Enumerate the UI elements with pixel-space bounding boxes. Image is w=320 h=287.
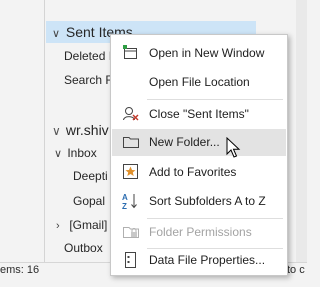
menu-item-label: Open File Location <box>149 75 250 89</box>
menu-item-data-file-properties[interactable]: Data File Properties... <box>112 247 286 274</box>
chevron-down-icon[interactable]: ∨ <box>52 120 62 142</box>
chevron-right-icon[interactable]: › <box>56 215 66 237</box>
folder-label: Inbox <box>67 146 97 160</box>
account-node[interactable]: ∨ wr.shiv <box>52 119 109 141</box>
scrollbar[interactable] <box>296 0 307 262</box>
menu-item-label: Sort Subfolders A to Z <box>149 194 266 208</box>
folder-gmail[interactable]: › [Gmail] <box>56 214 107 236</box>
folder-label: Search F <box>64 73 113 87</box>
menu-item-open-file-location[interactable]: Open File Location <box>112 69 286 96</box>
menu-item-label: Add to Favorites <box>149 165 237 179</box>
folder-label: Gopal <box>73 194 106 208</box>
svg-text:A: A <box>122 193 128 202</box>
folder-subfolder-1[interactable]: Deepti <box>73 165 108 187</box>
close-folder-icon <box>123 107 139 121</box>
permissions-icon <box>123 227 139 238</box>
folder-label: [Gmail] <box>69 218 108 232</box>
menu-item-add-to-favorites[interactable]: Add to Favorites <box>112 159 286 186</box>
menu-item-close-folder[interactable]: Close "Sent Items" <box>112 101 286 128</box>
svg-text:Z: Z <box>122 202 127 210</box>
menu-item-sort-subfolders[interactable]: A Z Sort Subfolders A to Z <box>112 188 286 215</box>
menu-item-label: Data File Properties... <box>149 253 266 267</box>
folder-icon <box>123 137 139 148</box>
chevron-down-icon[interactable]: ∨ <box>52 23 62 45</box>
folder-search-folders[interactable]: Search F <box>64 69 113 91</box>
menu-item-label: Close "Sent Items" <box>149 107 249 121</box>
folder-label: Outbox <box>64 241 103 255</box>
menu-item-label: Open in New Window <box>149 46 265 60</box>
status-right-text: to c <box>287 264 305 276</box>
folder-inbox[interactable]: ∨ Inbox <box>54 142 97 164</box>
menu-item-label: New Folder... <box>149 135 220 149</box>
menu-separator <box>147 99 283 100</box>
folder-subfolder-2[interactable]: Gopal <box>73 190 105 212</box>
menu-item-open-new-window[interactable]: Open in New Window <box>112 40 286 67</box>
folder-outbox[interactable]: Outbox <box>64 237 103 259</box>
status-item-count: ems: 16 <box>0 264 40 276</box>
mouse-pointer-icon <box>226 137 241 158</box>
menu-item-new-folder[interactable]: New Folder... <box>112 129 286 156</box>
navigation-strip <box>0 0 45 262</box>
chevron-down-icon[interactable]: ∨ <box>54 143 64 165</box>
properties-icon <box>125 252 136 268</box>
new-window-icon <box>123 45 137 59</box>
folder-deleted-items[interactable]: Deleted I <box>64 45 112 67</box>
sort-az-icon: A Z <box>122 193 137 210</box>
context-menu: Open in New Window Open File Location Cl… <box>110 34 288 276</box>
menu-item-folder-permissions[interactable]: Folder Permissions <box>112 219 286 246</box>
account-label: wr.shiv <box>65 122 109 138</box>
folder-label: Deepti <box>73 169 108 183</box>
folder-label: Deleted I <box>64 49 113 63</box>
favorite-star-icon <box>123 164 138 179</box>
menu-item-label: Folder Permissions <box>149 225 252 239</box>
